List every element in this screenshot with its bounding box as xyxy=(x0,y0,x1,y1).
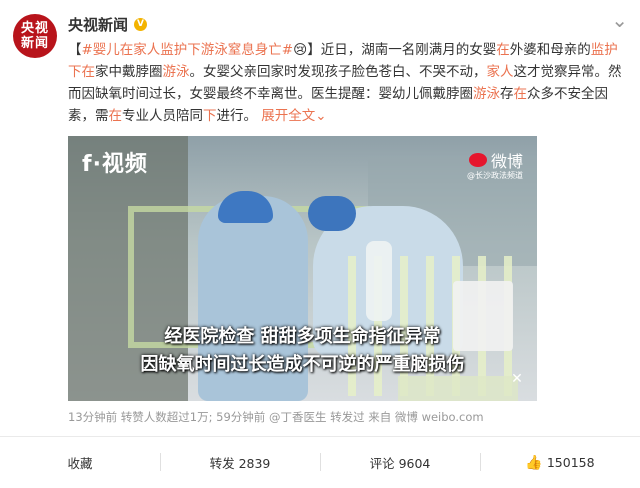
post-text-segment: 】近日，湖南一名刚满月的女婴 xyxy=(307,42,497,58)
keyword-highlight: 游泳 xyxy=(162,64,190,80)
post-text-segment: 。女婴父亲回家时发现孩子脸色苍白、不哭不动， xyxy=(189,64,487,80)
chevron-down-icon: ⌄ xyxy=(315,108,327,124)
post-meta: 13分钟前 转赞人数超过1万; 59分钟前 @丁香医生 转发过 来自 微博 we… xyxy=(68,410,484,424)
post-text-segment: 家中戴脖圈 xyxy=(95,64,163,80)
post-text-segment: 专业人员陪同 xyxy=(122,108,203,124)
favorite-button[interactable]: 收藏 xyxy=(0,437,160,488)
repost-user-link[interactable]: @丁香医生 xyxy=(269,410,327,424)
avatar[interactable]: 央视新闻 xyxy=(13,14,57,58)
video-caption-line-2: 因缺氧时间过长造成不可逆的严重脑损伤 xyxy=(140,354,465,375)
watermark-source: @长沙政法频道 xyxy=(467,171,523,180)
keyword-highlight: 在 xyxy=(513,86,528,102)
post-text-segment: 存 xyxy=(500,86,514,102)
action-bar: 收藏 转发 2839 评论 9604 👍 150158 xyxy=(0,437,640,488)
post-text: 【#婴儿在家人监护下游泳窒息身亡#😢】近日，湖南一名刚满月的女婴在外婆和母亲的监… xyxy=(68,42,622,124)
keyword-highlight: 在 xyxy=(496,42,510,58)
expand-link[interactable]: 展开全文⌄ xyxy=(257,108,327,124)
weibo-post: 央视新闻 央视新闻 V ⌄ 【#婴儿在家人监护下游泳窒息身亡#😢】近日，湖南一名… xyxy=(0,0,640,488)
comment-button[interactable]: 评论 9604 xyxy=(320,437,480,488)
author-name[interactable]: 央视新闻 V xyxy=(68,14,148,35)
weibo-watermark: 微博 xyxy=(468,148,523,172)
source-link[interactable]: 微博 weibo.com xyxy=(395,410,484,424)
keyword-highlight: 下 xyxy=(203,108,217,124)
repost-button[interactable]: 转发 2839 xyxy=(160,437,320,488)
like-button[interactable]: 👍 150158 xyxy=(480,437,640,488)
weibo-logo-icon xyxy=(468,153,487,167)
keyword-highlight: 在 xyxy=(108,108,123,124)
video-caption-line-1: 经医院检查 甜甜多项生命指征异常 xyxy=(164,326,441,347)
keyword-highlight: 游泳 xyxy=(473,86,500,102)
emoji-icon: 😢 xyxy=(293,42,308,58)
mute-icon[interactable]: ✕ xyxy=(507,371,527,391)
verified-icon: V xyxy=(134,18,148,31)
thumbs-up-icon: 👍 xyxy=(525,454,543,471)
hashtag-link[interactable]: #婴儿在家人监护下游泳窒息身亡# xyxy=(82,42,294,58)
post-text-segment: 外婆和母亲的 xyxy=(509,42,591,58)
post-text-segment: 进行。 xyxy=(216,108,258,124)
video-player[interactable]: f·视频 微博 @长沙政法频道 经医院检查 甜甜多项生命指征异常 因缺氧时间过长… xyxy=(68,136,537,401)
more-options-icon[interactable]: ⌄ xyxy=(611,8,628,32)
video-brand-logo: f·视频 xyxy=(82,152,148,177)
keyword-highlight: 家人 xyxy=(486,64,514,80)
